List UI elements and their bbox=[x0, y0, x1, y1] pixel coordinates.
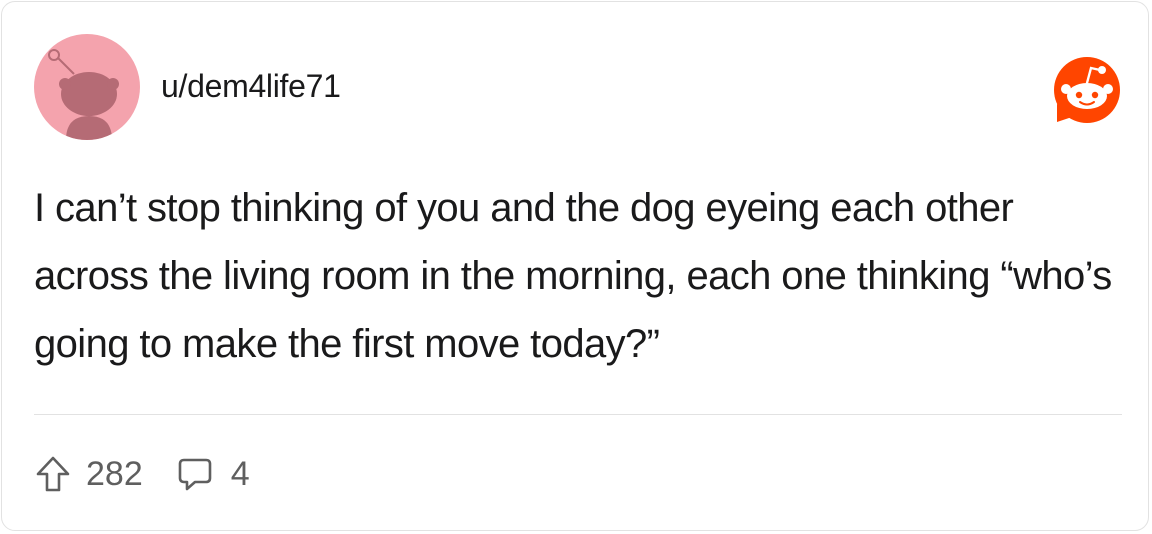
user-avatar[interactable] bbox=[34, 34, 140, 140]
snoo-avatar-icon bbox=[48, 49, 119, 140]
comment-count: 4 bbox=[230, 454, 250, 493]
reddit-logo-icon bbox=[1054, 57, 1120, 123]
post-footer: 282 4 bbox=[34, 450, 250, 498]
upvote-arrow-icon[interactable] bbox=[34, 454, 72, 494]
username[interactable]: u/dem4life71 bbox=[161, 68, 341, 105]
comment-bubble-icon[interactable] bbox=[177, 455, 213, 493]
divider bbox=[34, 414, 1122, 415]
upvote-count: 282 bbox=[86, 454, 143, 493]
post-body: I can’t stop thinking of you and the dog… bbox=[34, 186, 1112, 366]
reddit-logo bbox=[1047, 52, 1123, 124]
post-card: u/dem4life71 I can’t stop thinking of yo… bbox=[1, 1, 1149, 531]
upvote-button[interactable]: 282 bbox=[34, 454, 143, 494]
comments-button[interactable]: 4 bbox=[177, 455, 250, 494]
